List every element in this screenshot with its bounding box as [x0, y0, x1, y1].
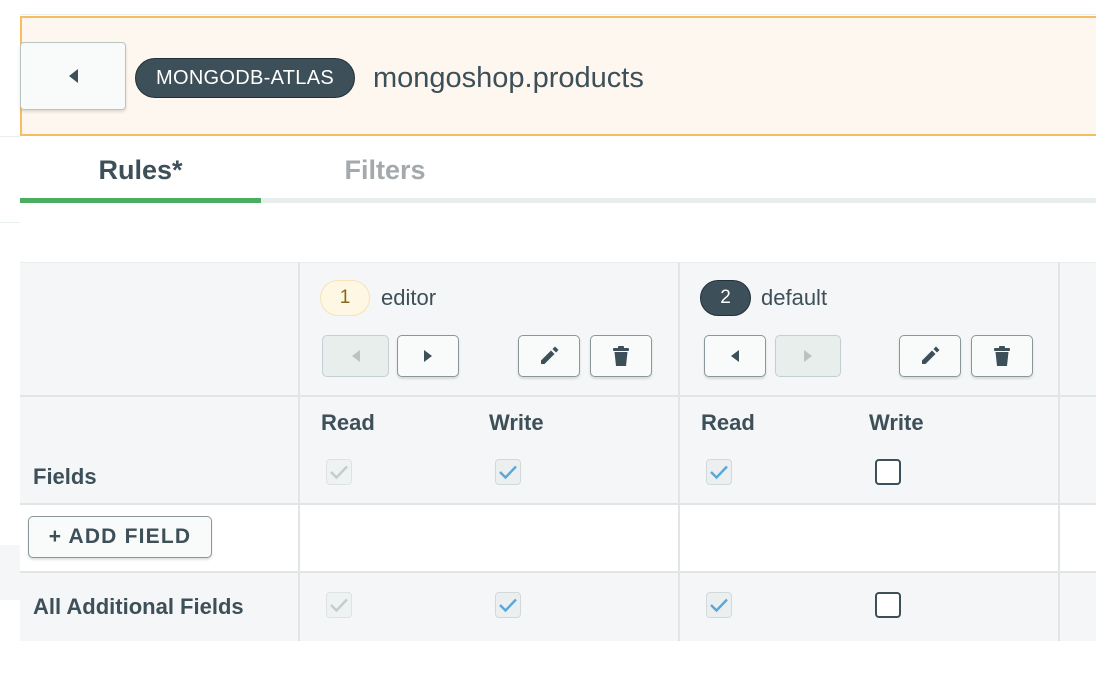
add-field-button[interactable]: + ADD FIELD: [28, 516, 212, 558]
editor-write-checkbox[interactable]: [495, 592, 521, 618]
rules-tabs: Rules* Filters: [20, 140, 1096, 204]
permissions-table: [20, 262, 1096, 641]
role-name-editor: editor: [381, 285, 437, 310]
check-icon: [330, 598, 348, 613]
move-role-left-button[interactable]: [704, 335, 766, 377]
move-role-right-button[interactable]: [397, 335, 459, 377]
editor-write-checkbox[interactable]: [495, 459, 521, 485]
check-icon: [499, 465, 517, 480]
collection-title: mongoshop.products: [373, 61, 644, 94]
fields-row: [20, 397, 1096, 505]
column-divider: [1058, 263, 1060, 641]
pencil-icon: [541, 346, 559, 364]
back-button[interactable]: [20, 42, 126, 110]
fields-row-label: Fields: [33, 464, 97, 489]
default-read-checkbox[interactable]: [706, 459, 732, 485]
edit-role-button[interactable]: [518, 335, 580, 377]
default-read-checkbox[interactable]: [706, 592, 732, 618]
caret-right-icon: [804, 350, 812, 362]
editor-read-checkbox: [326, 592, 352, 618]
caret-left-icon: [731, 350, 739, 362]
top-divider: [20, 14, 1096, 15]
trash-icon: [613, 346, 629, 366]
column-divider: [298, 263, 300, 641]
tab-active-indicator: [20, 198, 261, 203]
check-icon: [499, 598, 517, 613]
pencil-icon: [922, 346, 940, 364]
caret-left-icon: [351, 350, 360, 362]
delete-role-button[interactable]: [971, 335, 1033, 377]
additional-fields-row-label: All Additional Fields: [33, 594, 244, 619]
role-order-badge: 2: [700, 280, 751, 316]
tab-filters[interactable]: Filters: [261, 140, 509, 200]
write-column-label: Write: [869, 410, 924, 435]
editor-read-checkbox: [326, 459, 352, 485]
default-write-checkbox[interactable]: [875, 459, 901, 485]
gutter-block: [0, 545, 20, 600]
column-divider: [678, 263, 680, 641]
gutter-divider: [0, 222, 20, 223]
delete-role-button[interactable]: [590, 335, 652, 377]
edit-role-button[interactable]: [899, 335, 961, 377]
role-order-badge: 1: [320, 280, 370, 316]
read-column-label: Read: [321, 410, 375, 435]
tab-rules[interactable]: Rules*: [20, 140, 261, 200]
default-write-checkbox[interactable]: [875, 592, 901, 618]
caret-right-icon: [424, 350, 432, 362]
check-icon: [710, 598, 728, 613]
read-column-label: Read: [701, 410, 755, 435]
service-badge: MONGODB-ATLAS: [135, 58, 355, 98]
write-column-label: Write: [489, 410, 544, 435]
move-role-right-button[interactable]: [775, 335, 841, 377]
trash-icon: [994, 346, 1010, 366]
role-name-default: default: [761, 285, 828, 310]
check-icon: [710, 465, 728, 480]
gutter-divider: [0, 136, 20, 137]
left-gutter: [0, 0, 20, 684]
check-icon: [330, 465, 348, 480]
caret-left-icon: [68, 69, 78, 83]
move-role-left-button[interactable]: [322, 335, 389, 377]
